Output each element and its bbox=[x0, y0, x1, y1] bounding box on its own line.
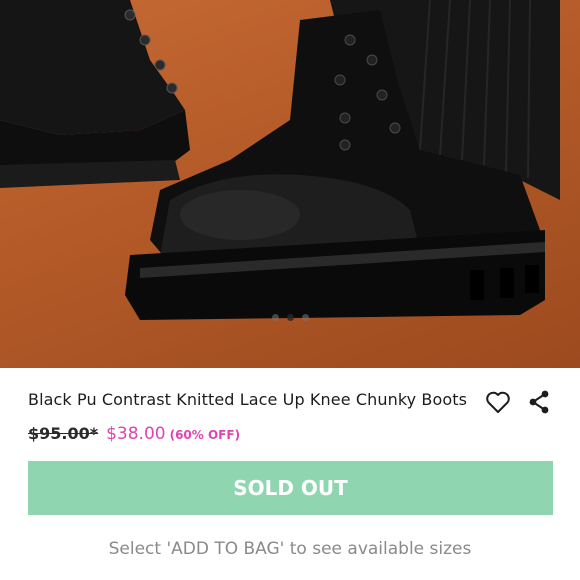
size-hint: Select 'ADD TO BAG' to see available siz… bbox=[108, 539, 472, 559]
product-title: Black Pu Contrast Knitted Lace Up Knee C… bbox=[28, 390, 468, 409]
carousel-dot[interactable] bbox=[301, 314, 309, 321]
carousel-indicator[interactable] bbox=[0, 314, 580, 321]
carousel-dot[interactable] bbox=[271, 314, 279, 321]
original-price: $95.00* bbox=[28, 424, 99, 443]
product-image[interactable] bbox=[0, 0, 580, 368]
price-row: $95.00* $38.00 (60% OFF) bbox=[28, 424, 240, 444]
share-button[interactable] bbox=[525, 388, 553, 416]
like-button[interactable] bbox=[484, 388, 512, 416]
heart-icon bbox=[486, 391, 510, 413]
carousel-dot-active[interactable] bbox=[286, 314, 294, 321]
discount-badge: (60% OFF) bbox=[169, 428, 241, 442]
share-icon bbox=[529, 390, 549, 414]
sale-price: $38.00 bbox=[106, 424, 166, 444]
sold-out-button[interactable]: SOLD OUT bbox=[28, 461, 553, 515]
boots-photo bbox=[0, 0, 560, 320]
